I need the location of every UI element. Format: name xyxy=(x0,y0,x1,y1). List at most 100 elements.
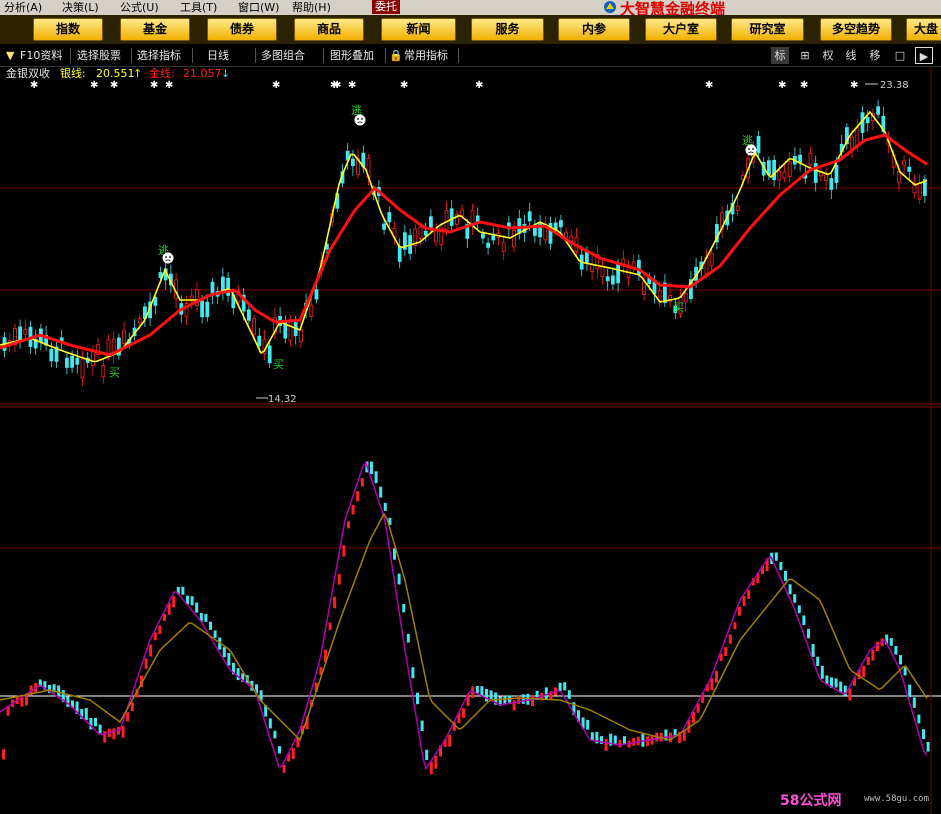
oscillator-bar xyxy=(567,690,571,699)
oscillator-bar xyxy=(586,719,590,730)
oscillator-bar xyxy=(871,649,875,661)
candle xyxy=(735,205,740,212)
oscillator-bar xyxy=(811,643,815,657)
candle xyxy=(611,275,615,285)
candle xyxy=(683,293,688,303)
oscillator-bar xyxy=(351,504,355,515)
candle xyxy=(902,160,906,166)
oscillator-bar xyxy=(922,729,925,740)
oscillator-bar xyxy=(94,717,97,727)
candle xyxy=(600,265,605,278)
candle xyxy=(387,212,392,223)
oscillator-bar xyxy=(784,570,787,581)
candle xyxy=(423,230,428,236)
oscillator-bar xyxy=(383,502,387,511)
candle xyxy=(298,328,303,343)
sell-face-icon xyxy=(745,144,757,156)
oscillator-bar xyxy=(360,477,364,487)
oscillator-bar xyxy=(370,461,373,475)
candle xyxy=(137,318,142,324)
oscillator-bar xyxy=(291,748,295,759)
oscillator-bar xyxy=(374,471,378,484)
buy-marker: 买 xyxy=(109,366,120,379)
signal-star-icon: ✱ xyxy=(850,80,858,91)
oscillator-bar xyxy=(379,486,383,498)
signal-star-icon: ✱ xyxy=(272,80,280,91)
oscillator-bar xyxy=(149,644,153,657)
oscillator-bar xyxy=(521,694,525,704)
oscillator-bar xyxy=(917,714,921,724)
candle xyxy=(767,160,771,176)
oscillator-bar xyxy=(190,596,194,606)
oscillator-bar xyxy=(710,678,714,691)
candle xyxy=(642,281,646,295)
candle xyxy=(865,117,870,124)
candle xyxy=(756,136,761,154)
oscillator-bar xyxy=(268,718,272,729)
candle xyxy=(210,281,215,296)
oscillator-bar xyxy=(623,736,626,745)
buy-marker: 买 xyxy=(673,301,684,314)
oscillator-bar xyxy=(416,692,419,705)
candle xyxy=(876,106,880,115)
candle xyxy=(80,358,85,379)
oscillator-bar xyxy=(222,647,226,658)
candle xyxy=(501,242,506,253)
oscillator-bar xyxy=(788,584,792,595)
oscillator-bar xyxy=(328,622,332,631)
oscillator-bar xyxy=(57,685,61,697)
candle xyxy=(480,233,485,239)
oscillator-bar xyxy=(144,658,148,669)
candle xyxy=(917,182,922,200)
oscillator-bar xyxy=(2,749,5,760)
candle xyxy=(772,159,776,181)
silver-label: 银线: xyxy=(60,66,86,80)
oscillator-bar xyxy=(397,573,401,585)
oscillator-bar xyxy=(347,521,350,529)
candle xyxy=(512,230,516,248)
signal-star-icon: ✱ xyxy=(165,80,173,91)
oscillator-bar xyxy=(411,667,415,679)
signal-star-icon: ✱ xyxy=(800,80,808,91)
oscillator-bar xyxy=(227,652,231,666)
signal-star-icon: ✱ xyxy=(778,80,786,91)
candle xyxy=(533,227,537,236)
candle xyxy=(122,330,126,344)
candle xyxy=(267,345,272,364)
gold-arrow: ↓ xyxy=(221,67,230,80)
oscillator-bar xyxy=(807,628,810,639)
candle xyxy=(777,171,782,181)
oscillator-bar xyxy=(273,730,277,739)
indicator-name: 金银双收 xyxy=(6,66,50,80)
oscillator-bar xyxy=(802,615,806,626)
chart-area[interactable]: ✱ ✱ ✱ ✱ ✱ ✱ ✱✱ ✱ ✱ ✱ ✱ ✱ ✱ ✱ 金银双收 银线: 20.551 ↑ 金线: 21… xyxy=(0,0,941,814)
candle xyxy=(460,209,465,216)
signal-star-icon: ✱ xyxy=(333,80,341,91)
signal-star-icon: ✱ xyxy=(110,80,118,91)
oscillator-bar xyxy=(66,696,70,707)
silver-line xyxy=(0,110,928,363)
oscillator-bar xyxy=(742,596,746,607)
candle xyxy=(637,259,641,275)
watermark-brand: 58公式网 xyxy=(780,793,842,809)
oscillator-bar xyxy=(889,638,893,646)
candle xyxy=(252,318,257,335)
candle xyxy=(553,222,558,230)
oscillator-bar xyxy=(342,545,346,557)
sell-face-icon xyxy=(354,114,366,126)
oscillator-bar xyxy=(618,739,622,748)
oscillator-bar xyxy=(526,693,530,705)
oscillator-bar xyxy=(531,694,534,706)
oscillator-bar xyxy=(209,621,212,630)
signal-star-icon: ✱ xyxy=(705,80,713,91)
oscillator-bar xyxy=(848,688,852,701)
oscillator-bar xyxy=(613,735,617,744)
signal-star-icon: ✱ xyxy=(475,80,483,91)
oscillator-bar xyxy=(733,622,737,630)
oscillator-bar xyxy=(563,682,567,691)
oscillator-fast-line xyxy=(0,461,928,771)
signal-star-icon: ✱ xyxy=(348,80,356,91)
candle xyxy=(834,164,839,183)
oscillator-bar xyxy=(434,755,438,769)
candle xyxy=(855,127,860,147)
